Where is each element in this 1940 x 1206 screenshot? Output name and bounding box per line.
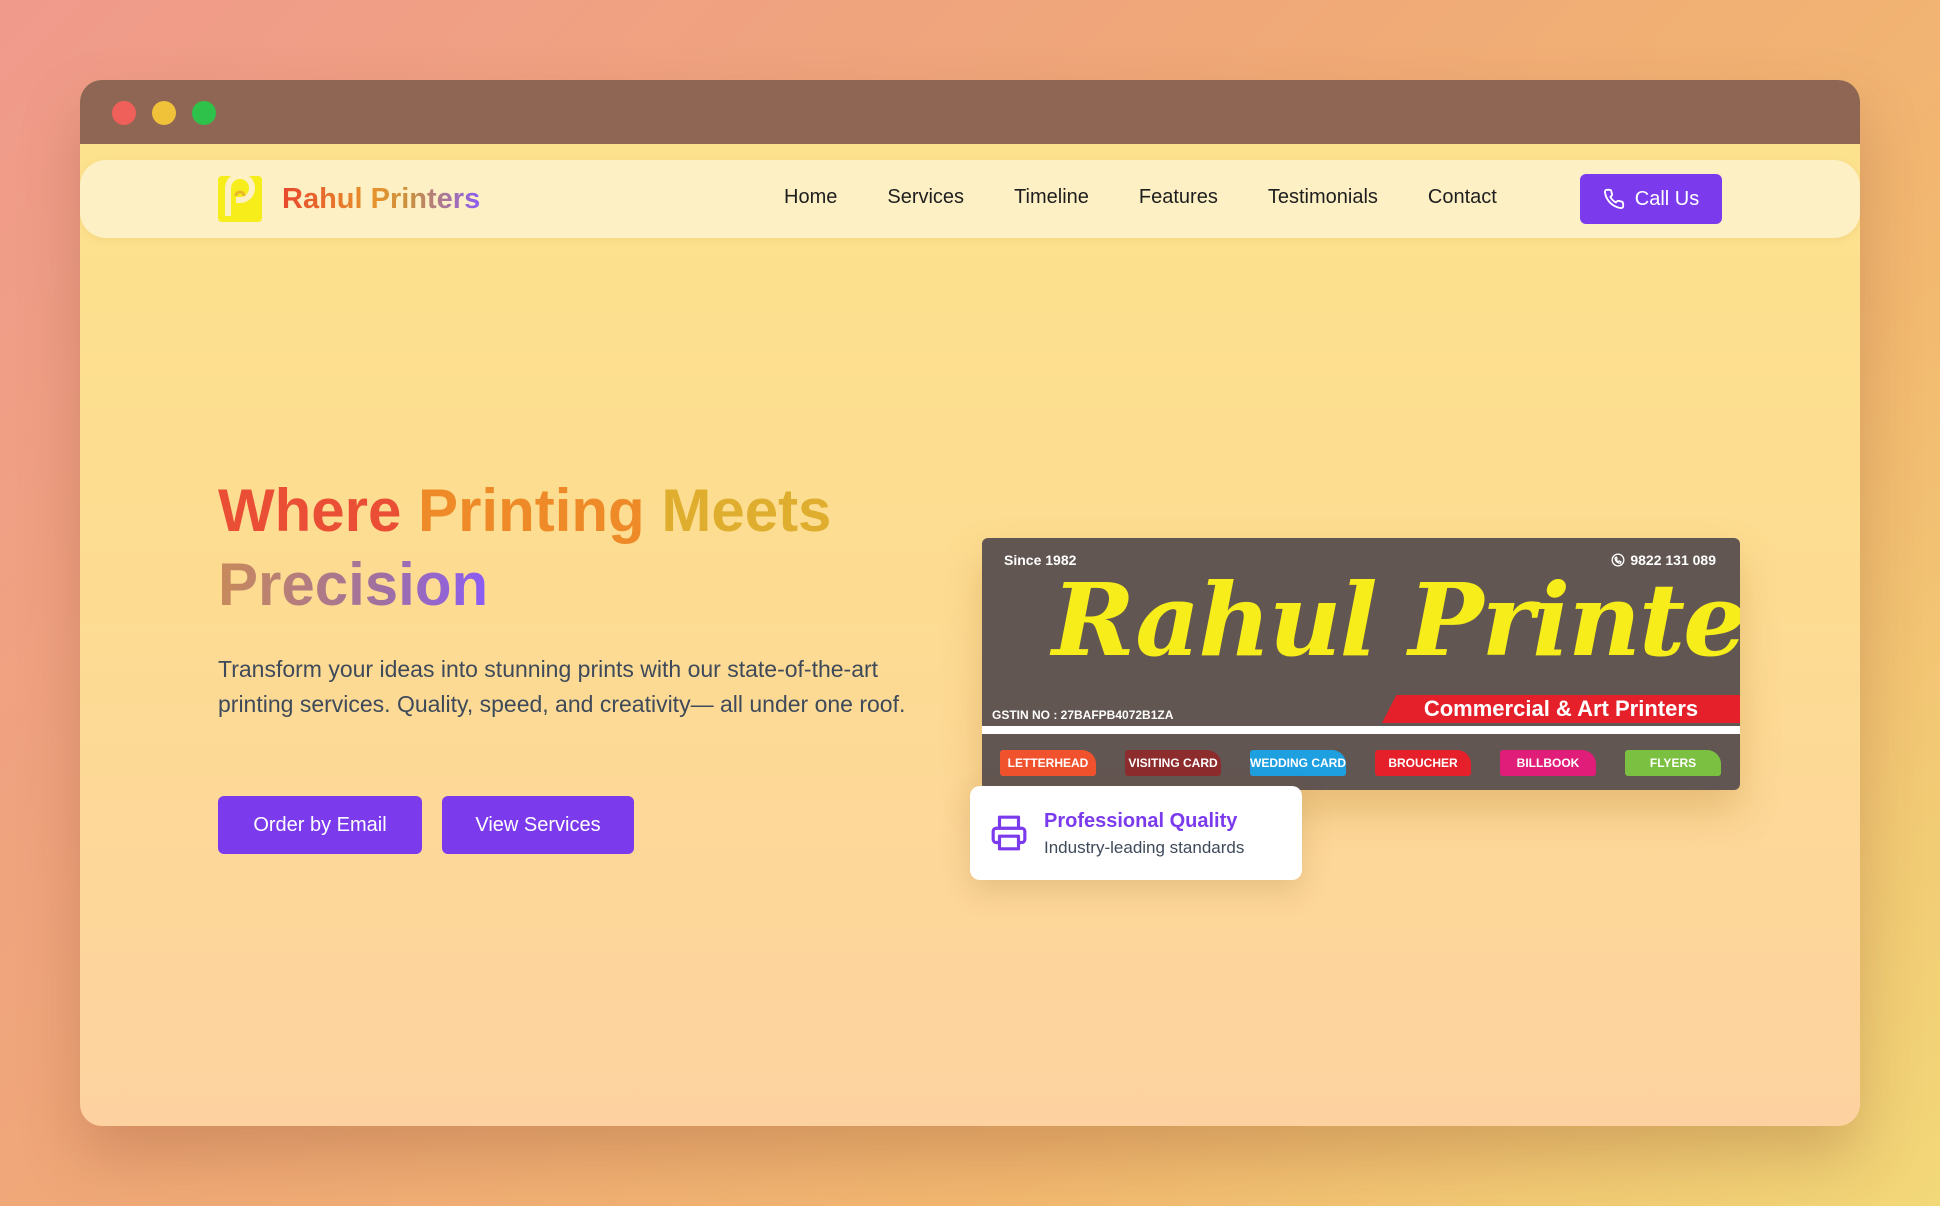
view-services-button[interactable]: View Services [442,796,634,854]
quality-card-subtitle: Industry-leading standards [1044,838,1245,857]
nav-link-home[interactable]: Home [784,186,837,209]
banner-tag: LETTERHEAD [1000,750,1096,776]
hero-title-word: Printing [418,477,645,544]
banner-tag: FLYERS [1625,750,1721,776]
maximize-window-button[interactable] [192,101,216,125]
banner-tagline: Commercial & Art Printers [1382,695,1740,723]
shop-banner-image: Since 1982 9822 131 089 Rahul Printers G… [982,538,1740,790]
quality-card: Professional Quality Industry-leading st… [970,786,1302,880]
call-us-button[interactable]: Call Us [1580,174,1722,224]
banner-tag: BILLBOOK [1500,750,1596,776]
banner-brand-name: Rahul Printers [1052,561,1740,679]
printer-icon [991,815,1027,851]
banner-tag: WEDDING CARD [1250,750,1346,776]
banner-tag: BROUCHER [1375,750,1471,776]
minimize-window-button[interactable] [152,101,176,125]
navbar: Rahul Printers Home Services Timeline Fe… [80,160,1860,238]
banner-gstin: GSTIN NO : 27BAFPB4072B1ZA [992,708,1174,722]
banner-divider [982,726,1740,734]
hero-title-word: Where [218,477,402,544]
nav-link-services[interactable]: Services [887,186,964,209]
order-by-email-button[interactable]: Order by Email [218,796,422,854]
browser-window: Rahul Printers Home Services Timeline Fe… [80,80,1860,1126]
hero-title-word: Precision [218,551,489,618]
hero-title: Where Printing Meets Precision [218,474,938,622]
nav-link-testimonials[interactable]: Testimonials [1268,186,1378,209]
window-titlebar [80,80,1860,144]
nav-link-features[interactable]: Features [1139,186,1218,209]
hero-subtitle: Transform your ideas into stunning print… [218,656,906,717]
close-window-button[interactable] [112,101,136,125]
brand-link[interactable]: Rahul Printers [218,176,480,222]
nav-link-contact[interactable]: Contact [1428,186,1497,209]
phone-icon [1603,188,1624,209]
banner-tags: LETTERHEAD VISITING CARD WEDDING CARD BR… [1000,750,1740,776]
brand-name: Rahul Printers [282,182,481,215]
call-us-label: Call Us [1634,187,1700,210]
quality-card-title: Professional Quality [1044,810,1238,832]
nav-links: Home Services Timeline Features Testimon… [784,186,1547,209]
banner-tag: VISITING CARD [1125,750,1221,776]
nav-link-timeline[interactable]: Timeline [1014,186,1089,209]
hero-title-word: Meets [661,477,832,544]
brand-logo-icon [218,176,262,222]
